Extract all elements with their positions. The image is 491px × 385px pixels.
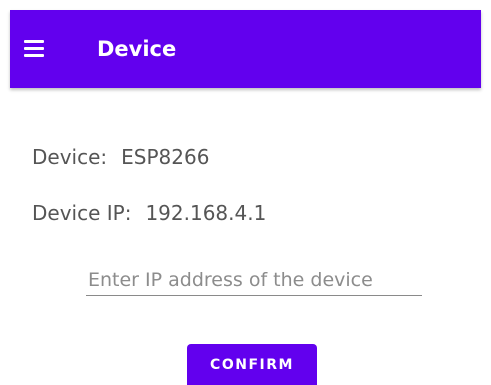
menu-line xyxy=(24,54,44,57)
device-label: Device: xyxy=(32,145,108,169)
app-bar-title: Device xyxy=(97,37,177,61)
device-value: ESP8266 xyxy=(121,145,210,169)
app-bar: Device xyxy=(10,10,481,88)
confirm-button[interactable]: CONFIRM xyxy=(187,344,317,385)
device-ip-value: 192.168.4.1 xyxy=(145,201,267,225)
ip-address-input[interactable] xyxy=(86,266,422,296)
device-ip-label: Device IP: xyxy=(32,201,132,225)
device-ip-row: Device IP: 192.168.4.1 xyxy=(32,200,266,226)
device-row: Device: ESP8266 xyxy=(32,144,209,170)
device-screen: Device Device: ESP8266 Device IP: 192.168.… xyxy=(0,0,491,385)
menu-line xyxy=(24,40,44,43)
menu-line xyxy=(24,47,44,50)
hamburger-menu-icon[interactable] xyxy=(22,37,46,61)
